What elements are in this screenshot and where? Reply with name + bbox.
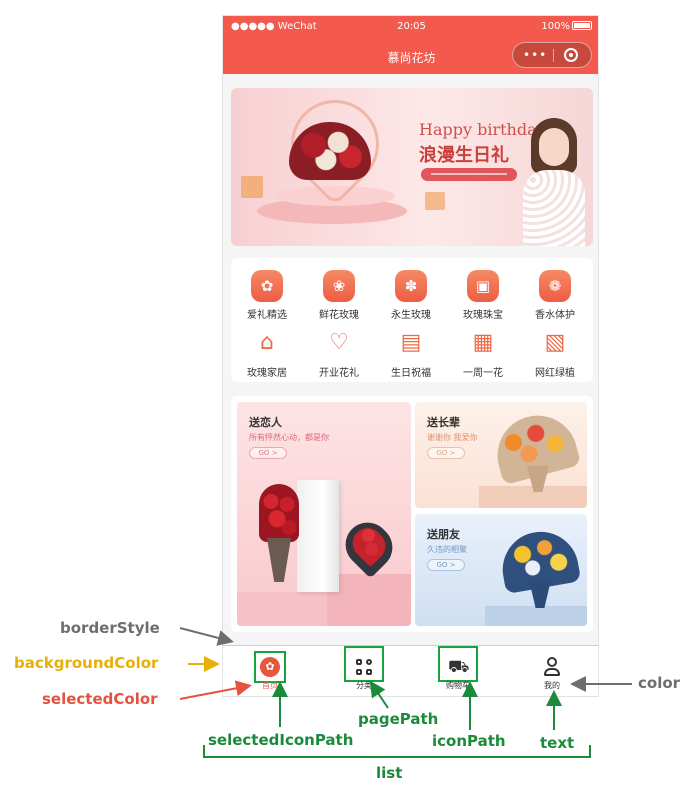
annotation-selectediconpath: selectedIconPath (208, 731, 354, 749)
borderstyle-arrow (179, 627, 234, 646)
annotation-arrows (179, 627, 632, 758)
pagepath-arrow (369, 680, 389, 709)
annotation-backgroundcolor: backgroundColor (14, 654, 159, 672)
annotation-pagepath: pagePath (358, 710, 439, 728)
annotation-text: text (540, 734, 575, 752)
selectedcolor-arrow (179, 680, 252, 700)
annotation-iconpath: iconPath (432, 732, 506, 750)
annotation-color: color (638, 674, 681, 692)
annotation-borderstyle: borderStyle (60, 619, 160, 637)
annotation-list: list (376, 764, 403, 782)
annotation-selectedcolor: selectedColor (42, 690, 158, 708)
